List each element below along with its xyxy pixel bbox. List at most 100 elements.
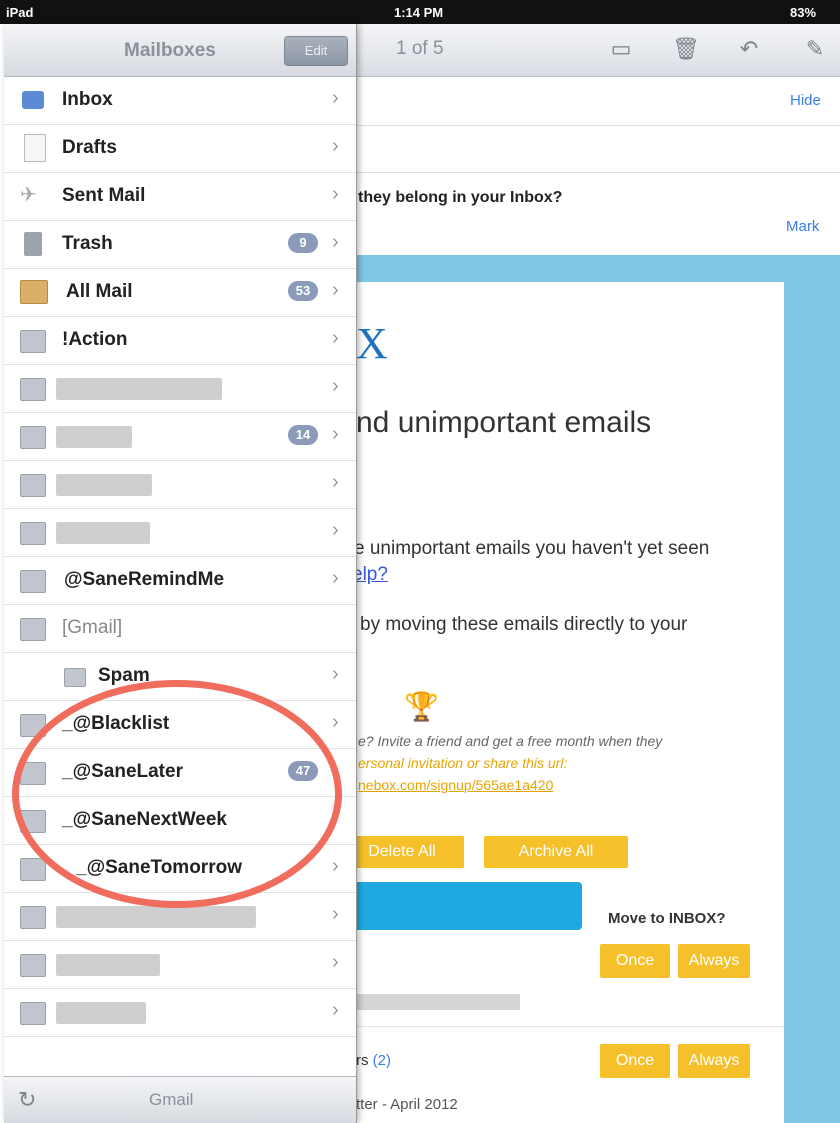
chevron-right-icon: › bbox=[332, 999, 339, 1021]
redacted-text bbox=[356, 994, 520, 1010]
refresh-icon[interactable]: ↻ bbox=[18, 1087, 36, 1113]
folder-icon[interactable]: ▭ bbox=[608, 36, 634, 62]
redacted-label bbox=[56, 474, 152, 496]
folder-icon bbox=[20, 570, 46, 593]
mailbox-redacted[interactable]: › bbox=[4, 988, 356, 1037]
mailbox-trash[interactable]: Trash 9 › bbox=[4, 220, 356, 269]
hide-link[interactable]: Hide bbox=[790, 92, 821, 109]
trophy-icon: 🏆 bbox=[404, 691, 439, 722]
highlight-circle bbox=[12, 680, 342, 908]
mailbox-gmail-group: [Gmail] bbox=[4, 604, 356, 653]
mailbox-drafts[interactable]: Drafts › bbox=[4, 124, 356, 173]
always-button[interactable]: Always bbox=[678, 1044, 750, 1078]
folder-icon bbox=[20, 378, 46, 401]
chevron-right-icon: › bbox=[332, 567, 339, 589]
chevron-right-icon: › bbox=[332, 519, 339, 541]
chevron-right-icon: › bbox=[332, 711, 339, 733]
panel-title: Mailboxes bbox=[124, 40, 216, 61]
delete-all-button[interactable]: Delete All bbox=[340, 836, 464, 868]
unread-badge: 14 bbox=[288, 425, 318, 445]
account-label: Gmail bbox=[149, 1090, 194, 1109]
mailbox-label: Trash bbox=[62, 233, 113, 254]
mailbox-label: Drafts bbox=[62, 137, 117, 158]
chevron-right-icon: › bbox=[332, 231, 339, 253]
drafts-icon bbox=[24, 134, 46, 162]
mailboxes-panel: Mailboxes Edit Inbox › Drafts › ✈ Sent M… bbox=[4, 24, 357, 1123]
device-label: iPad bbox=[6, 5, 34, 20]
folder-icon bbox=[20, 1002, 46, 1025]
chevron-right-icon: › bbox=[332, 279, 339, 301]
chevron-right-icon: › bbox=[332, 87, 339, 109]
newsletter-text: tter - April 2012 bbox=[356, 1096, 458, 1113]
invite-text: e? Invite a friend and get a free month … bbox=[358, 733, 663, 749]
panel-header: Mailboxes Edit bbox=[4, 24, 356, 77]
trash-icon[interactable]: 🗑 bbox=[672, 36, 700, 62]
folder-icon bbox=[20, 954, 46, 977]
unread-badge: 9 bbox=[288, 233, 318, 253]
mailbox-sent[interactable]: ✈ Sent Mail › bbox=[4, 172, 356, 221]
folder-icon bbox=[64, 668, 86, 687]
status-bar: iPad 1:14 PM 83% bbox=[0, 0, 840, 24]
mailbox-redacted[interactable]: › bbox=[4, 460, 356, 509]
always-button[interactable]: Always bbox=[678, 944, 750, 978]
mailbox-redacted[interactable]: › bbox=[4, 508, 356, 557]
sender-count[interactable]: (2) bbox=[373, 1052, 391, 1069]
chevron-right-icon: › bbox=[332, 663, 339, 685]
help-link[interactable]: elp? bbox=[352, 564, 388, 586]
mailbox-label: Inbox bbox=[62, 89, 113, 110]
mailbox-label: @SaneRemindMe bbox=[64, 569, 225, 590]
chevron-right-icon: › bbox=[332, 471, 339, 493]
divider bbox=[356, 125, 840, 126]
chevron-right-icon: › bbox=[332, 423, 339, 445]
message-toolbar: 1 of 5 ▭ 🗑 ↶ ✎ bbox=[356, 24, 840, 77]
email-headline: nd unimportant emails bbox=[356, 406, 652, 439]
panel-footer: ↻ Gmail bbox=[4, 1076, 356, 1123]
compose-icon[interactable]: ✎ bbox=[802, 36, 828, 62]
archive-all-button[interactable]: Archive All bbox=[484, 836, 628, 868]
chevron-right-icon: › bbox=[332, 183, 339, 205]
folder-icon bbox=[20, 426, 46, 449]
trash-icon bbox=[24, 232, 42, 256]
mark-link[interactable]: Mark bbox=[786, 218, 819, 235]
inbox-question: they belong in your Inbox? bbox=[358, 189, 563, 206]
chevron-right-icon: › bbox=[332, 327, 339, 349]
sender-row: rs (2) bbox=[356, 1052, 391, 1069]
mailbox-redacted[interactable]: › bbox=[4, 940, 356, 989]
message-counter: 1 of 5 bbox=[396, 38, 444, 59]
folder-icon bbox=[20, 858, 46, 881]
signup-url[interactable]: nebox.com/signup/565ae1a420 bbox=[358, 777, 553, 793]
mailbox-label: [Gmail] bbox=[62, 617, 123, 638]
chevron-right-icon: › bbox=[332, 903, 339, 925]
move-to-inbox-label: Move to INBOX? bbox=[608, 910, 726, 927]
mailbox-action[interactable]: !Action › bbox=[4, 316, 356, 365]
sender-text: rs bbox=[356, 1052, 369, 1069]
chevron-right-icon: › bbox=[332, 855, 339, 877]
mailbox-label: Sent Mail bbox=[62, 185, 146, 206]
sent-icon: ✈ bbox=[20, 184, 37, 206]
redacted-label bbox=[56, 1002, 146, 1024]
invite-link[interactable]: ersonal invitation or share this url: bbox=[358, 755, 567, 771]
unread-badge: 53 bbox=[288, 281, 318, 301]
reply-icon[interactable]: ↶ bbox=[736, 36, 762, 62]
mailbox-all-mail[interactable]: All Mail 53 › bbox=[4, 268, 356, 317]
mailbox-label: All Mail bbox=[66, 281, 133, 302]
email-paragraph: e unimportant emails you haven't yet see… bbox=[354, 538, 710, 559]
mailbox-sane-remind-me[interactable]: @SaneRemindMe › bbox=[4, 556, 356, 605]
once-button[interactable]: Once bbox=[600, 944, 670, 978]
mailbox-redacted[interactable]: 14 › bbox=[4, 412, 356, 461]
mailbox-redacted[interactable]: › bbox=[4, 364, 356, 413]
redacted-label bbox=[56, 378, 222, 400]
battery-level: 83% bbox=[790, 5, 817, 20]
section-banner bbox=[356, 882, 582, 930]
redacted-label bbox=[56, 522, 150, 544]
once-button[interactable]: Once bbox=[600, 1044, 670, 1078]
email-paragraph: by moving these emails directly to your bbox=[360, 614, 688, 635]
edit-button[interactable]: Edit bbox=[284, 36, 348, 66]
inbox-icon bbox=[22, 91, 44, 109]
chevron-right-icon: › bbox=[332, 375, 339, 397]
divider bbox=[356, 1026, 784, 1027]
folder-icon bbox=[20, 618, 46, 641]
mailbox-label: !Action bbox=[62, 329, 128, 350]
mailbox-inbox[interactable]: Inbox › bbox=[4, 76, 356, 125]
redacted-label bbox=[56, 426, 132, 448]
